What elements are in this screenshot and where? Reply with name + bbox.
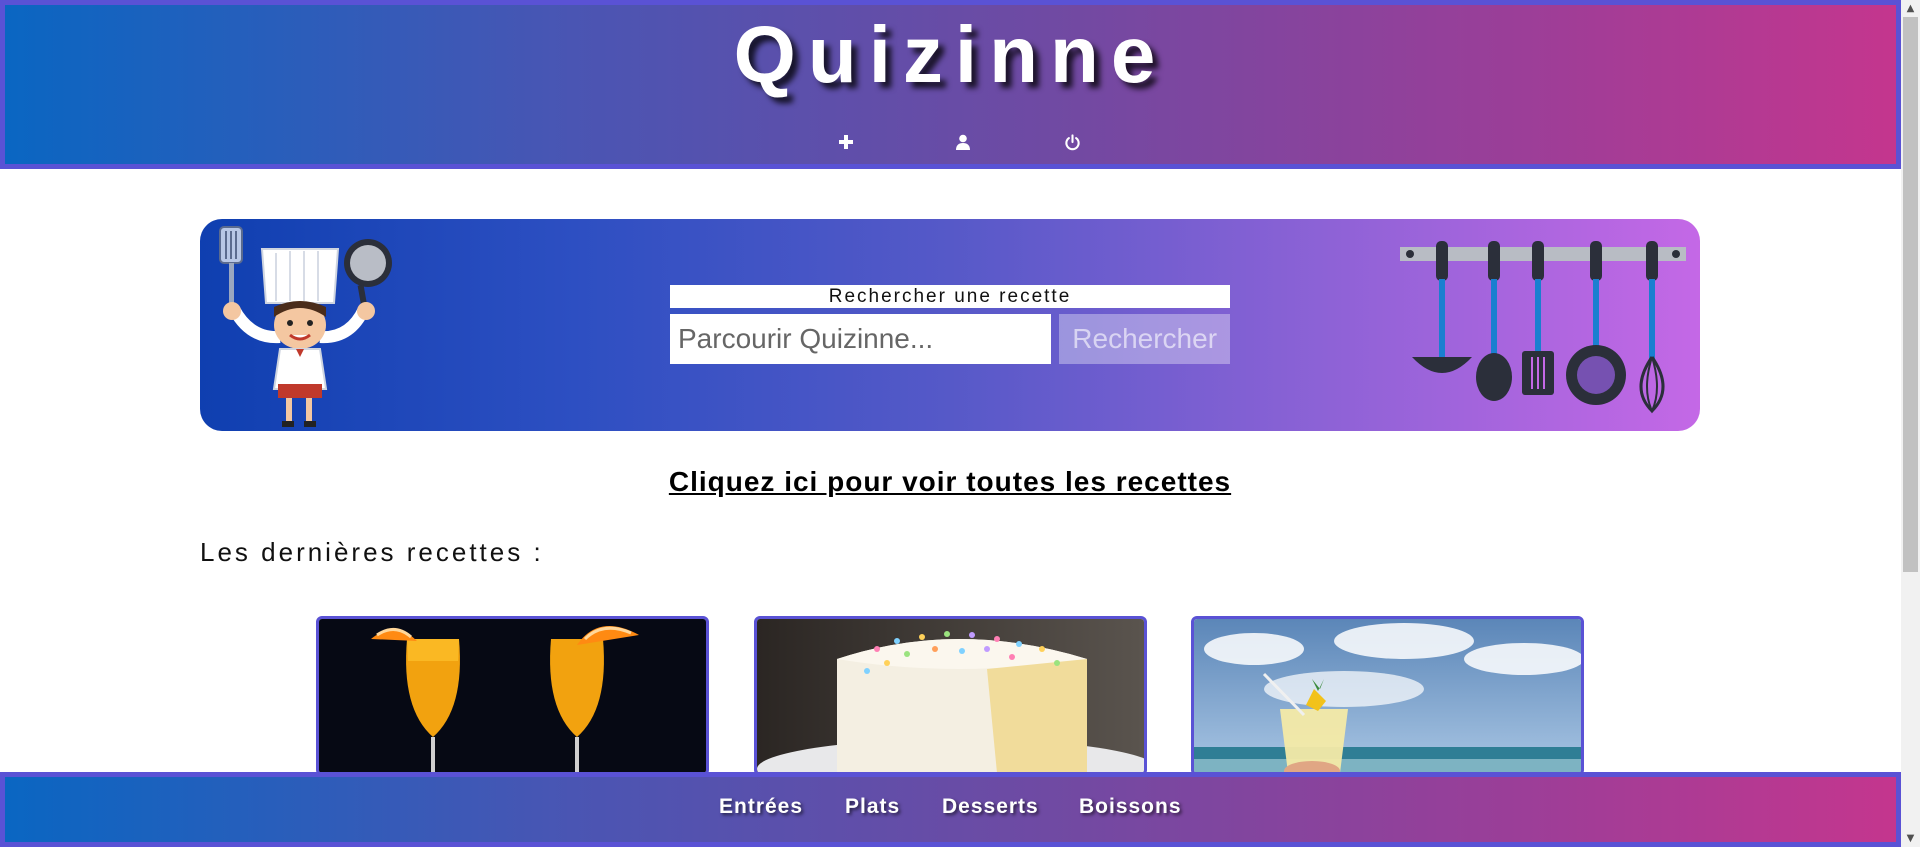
- search-banner: Rechercher une recette Rechercher: [200, 219, 1700, 431]
- scrollbar-thumb[interactable]: [1903, 17, 1918, 572]
- search-row: Rechercher: [670, 314, 1230, 364]
- top-header: Quizinne: [0, 0, 1901, 169]
- beach-drink-image: [1194, 619, 1581, 773]
- nav-link-boissons[interactable]: Boissons: [1079, 795, 1182, 819]
- page: Quizinne Rechercher une recette Parcouri…: [0, 0, 1920, 847]
- bottom-nav: Entrées Plats Desserts Boissons: [0, 772, 1901, 847]
- search-button[interactable]: Rechercher: [1059, 314, 1230, 364]
- search-label: Rechercher une recette: [670, 285, 1230, 308]
- header-icon-bar: [5, 127, 1896, 157]
- orange-cocktail-image: [319, 619, 706, 773]
- latest-recipes-heading: Les dernières recettes :: [200, 537, 544, 567]
- site-title: Quizinne: [733, 10, 1168, 99]
- recipe-card[interactable]: [754, 616, 1147, 776]
- recipe-card[interactable]: [1191, 616, 1584, 776]
- nav-link-plats[interactable]: Plats: [845, 795, 900, 819]
- add-recipe-icon[interactable]: [831, 127, 861, 157]
- sprinkle-cake-image: [757, 619, 1144, 773]
- all-recipes-link[interactable]: Cliquez ici pour voir toutes les recette…: [669, 466, 1231, 497]
- category-links: Entrées Plats Desserts Boissons: [5, 795, 1896, 825]
- scroll-up-arrow-icon[interactable]: ▲: [1901, 0, 1920, 17]
- user-icon[interactable]: [948, 127, 978, 157]
- nav-link-desserts[interactable]: Desserts: [942, 795, 1039, 819]
- page-scrollbar[interactable]: ▲ ▼: [1901, 0, 1920, 847]
- search-form: Rechercher une recette Rechercher: [670, 285, 1230, 364]
- nav-link-entrees[interactable]: Entrées: [719, 795, 803, 819]
- scroll-down-arrow-icon[interactable]: ▼: [1901, 830, 1920, 847]
- recipe-card[interactable]: [316, 616, 709, 776]
- chef-illustration: [219, 226, 392, 427]
- power-icon[interactable]: [1057, 127, 1087, 157]
- search-input[interactable]: [670, 314, 1052, 364]
- all-recipes-container: Cliquez ici pour voir toutes les recette…: [0, 466, 1900, 498]
- utensils-illustration: [1400, 241, 1686, 414]
